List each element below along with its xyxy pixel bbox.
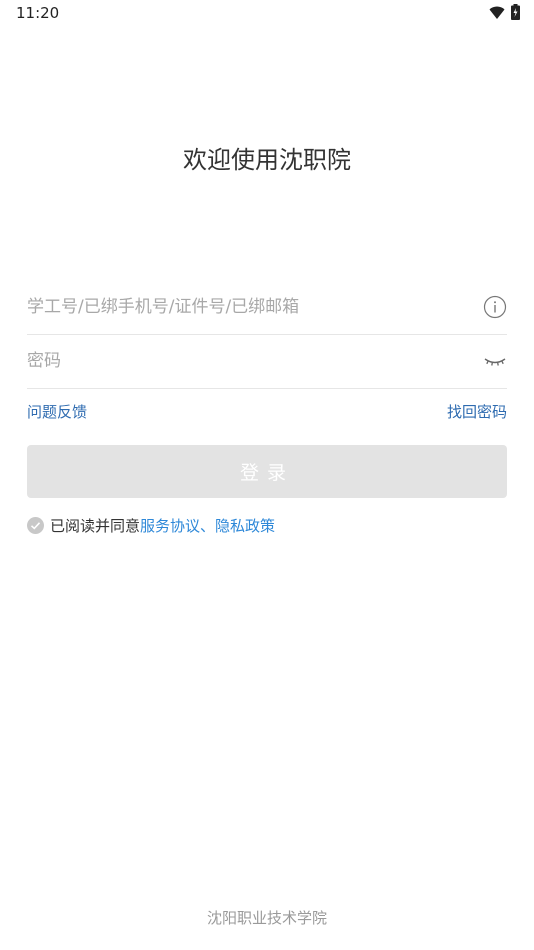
feedback-link[interactable]: 问题反馈 xyxy=(27,401,87,422)
agreement-row: 已阅读并同意 服务协议 、 隐私政策 xyxy=(27,514,275,536)
account-field xyxy=(27,280,507,335)
info-icon[interactable] xyxy=(483,295,507,319)
eye-closed-icon[interactable] xyxy=(483,349,507,373)
check-icon xyxy=(30,521,41,530)
footer-text: 沈阳职业技术学院 xyxy=(206,909,327,927)
battery-charging-icon xyxy=(511,4,520,24)
status-icons xyxy=(489,4,520,24)
status-bar: 11:20 xyxy=(0,0,534,28)
login-button[interactable]: 登录 xyxy=(27,445,507,498)
agreement-prefix: 已阅读并同意 xyxy=(50,516,141,535)
forgot-password-link[interactable]: 找回密码 xyxy=(447,401,507,422)
password-input[interactable] xyxy=(27,334,447,388)
wifi-icon xyxy=(489,5,505,24)
privacy-policy-link[interactable]: 隐私政策 xyxy=(215,515,275,536)
password-field xyxy=(27,334,507,389)
account-input[interactable] xyxy=(27,280,447,334)
page-title: 欢迎使用沈职院 xyxy=(183,146,351,174)
link-row: 问题反馈 找回密码 xyxy=(27,401,507,425)
agreement-checkbox[interactable] xyxy=(27,516,44,534)
agreement-separator: 、 xyxy=(200,516,216,535)
service-agreement-link[interactable]: 服务协议 xyxy=(140,515,200,536)
status-time: 11:20 xyxy=(16,4,60,22)
